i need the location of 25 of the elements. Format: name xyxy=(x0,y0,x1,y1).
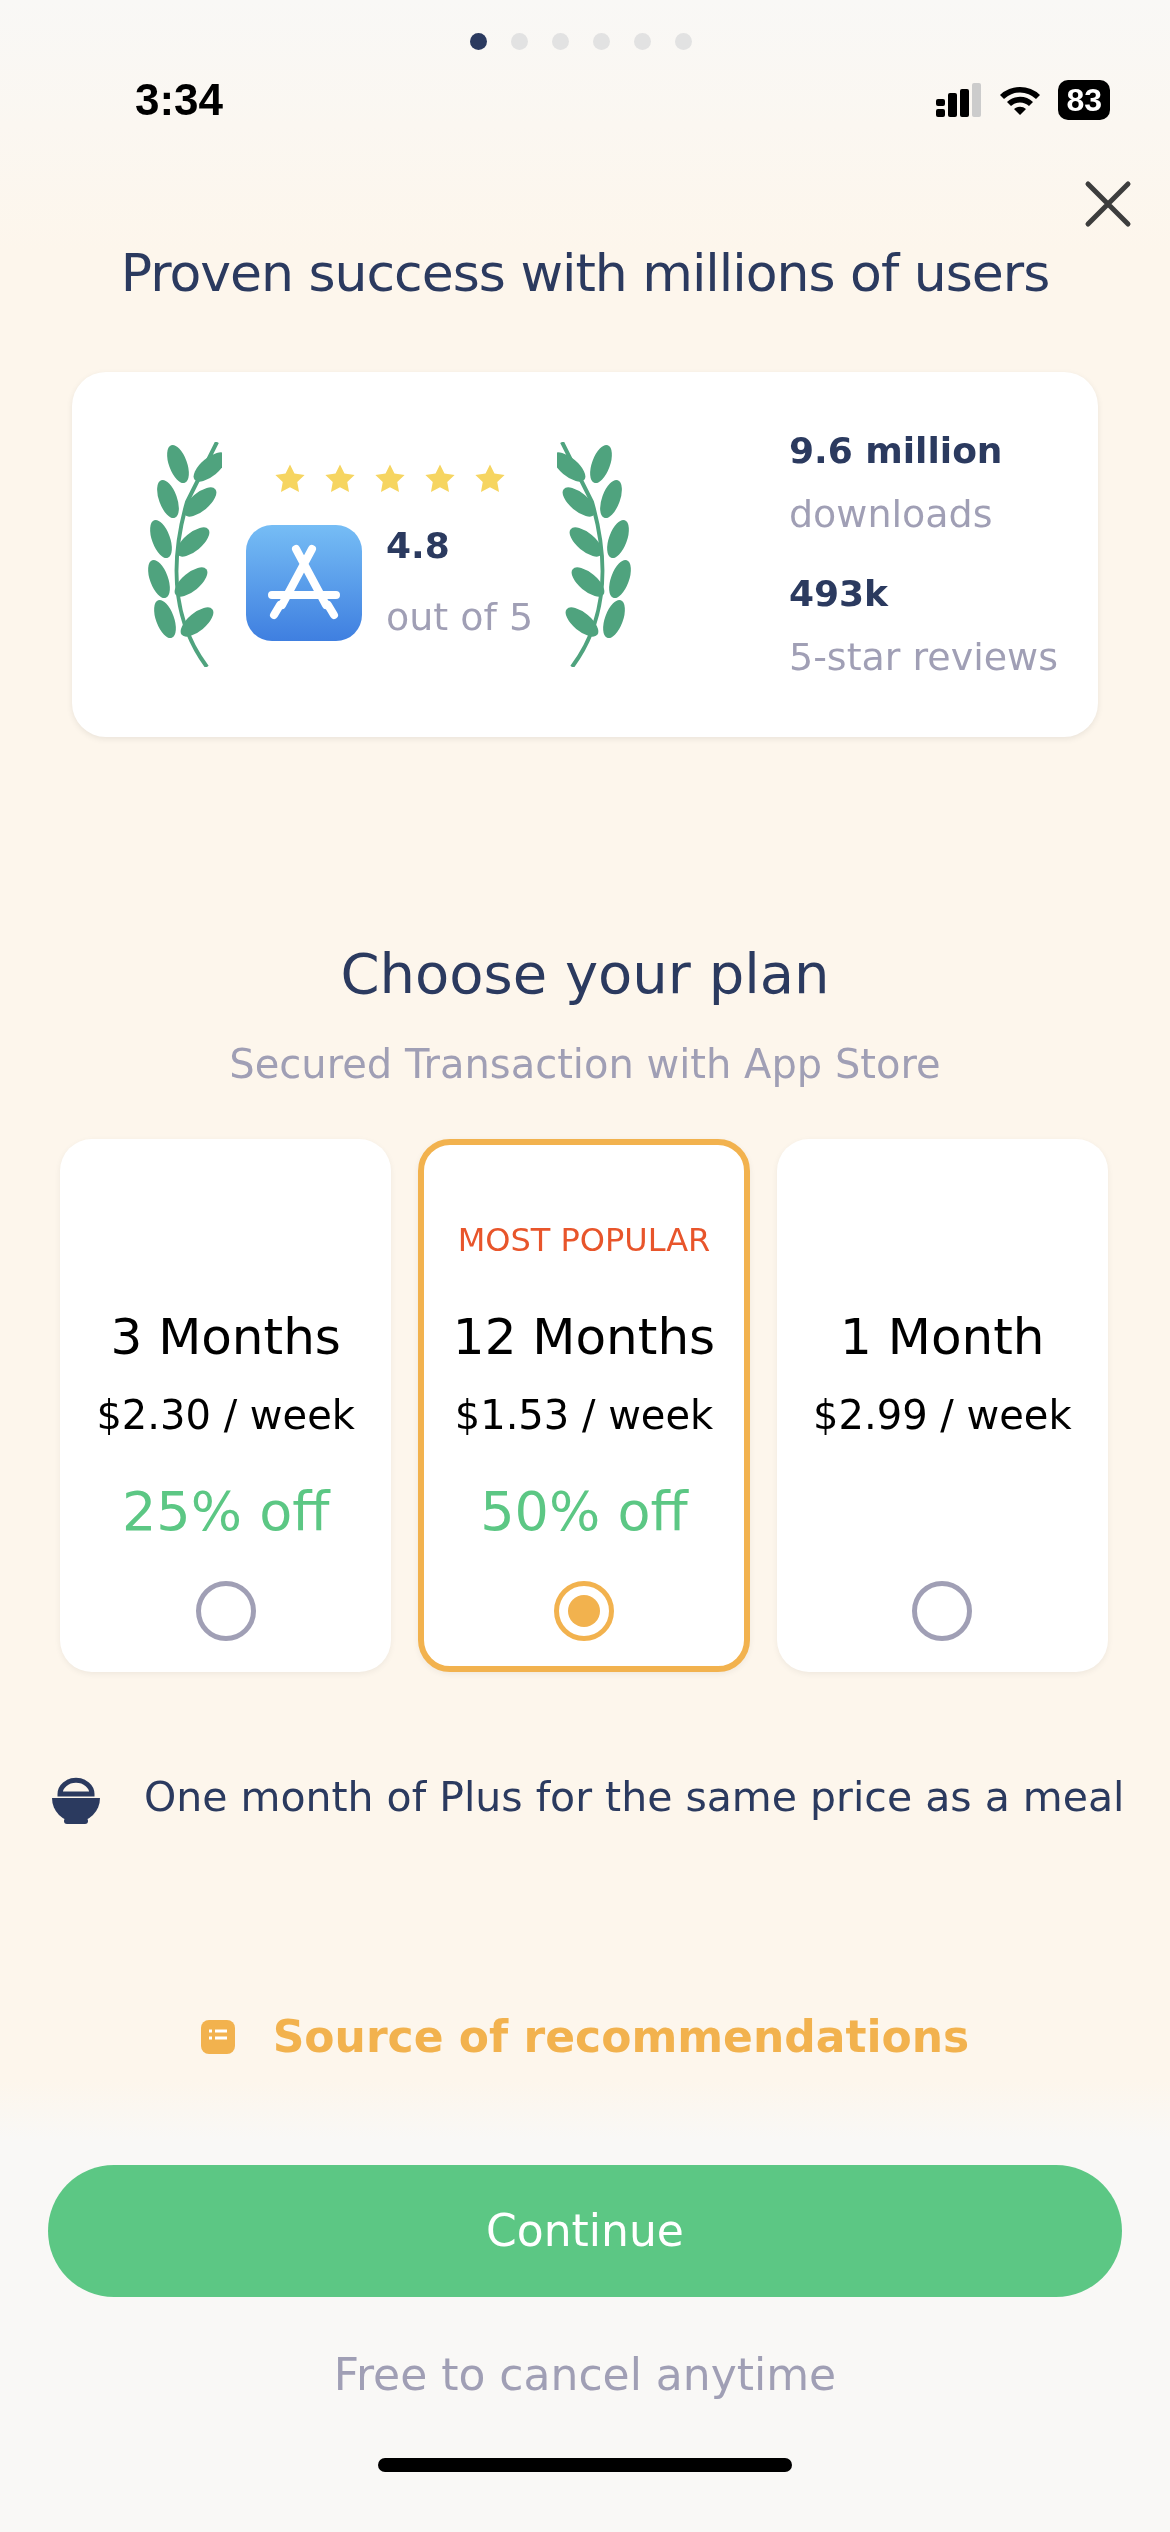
plan-card[interactable]: 3 Months $2.30 / week 25% off xyxy=(60,1139,392,1672)
plan-price: $2.99 / week xyxy=(812,1391,1073,1440)
plan-price: $2.30 / week xyxy=(95,1391,356,1440)
plan-card[interactable]: MOST POPULAR 12 Months $1.53 / week 50% off xyxy=(418,1139,750,1672)
plan-discount: 25% off xyxy=(121,1480,330,1543)
rating-label: out of 5 xyxy=(386,594,534,641)
rating-value: 4.8 xyxy=(386,524,451,568)
battery-level: 83 xyxy=(1058,80,1110,120)
status-time: 3:34 xyxy=(135,74,224,126)
plan-name: 1 Month xyxy=(839,1307,1046,1368)
plan-name: 3 Months xyxy=(109,1307,342,1368)
plan-subheading: Secured Transaction with App Store xyxy=(228,1040,942,1089)
plan-heading: Choose your plan xyxy=(339,940,831,1008)
stat-value: 493k xyxy=(788,571,890,616)
feature-text: One month of Plus for the same price as a meal xyxy=(144,1772,1125,1823)
plan-name: 12 Months xyxy=(451,1307,717,1368)
popular-label: MOST POPULAR xyxy=(457,1221,711,1259)
cancel-note: Free to cancel anytime xyxy=(332,2347,838,2402)
plan-card[interactable]: 1 Month $2.99 / week xyxy=(776,1139,1108,1672)
title: Proven success with millions of users xyxy=(119,242,1051,305)
stat-label: 5-star reviews xyxy=(788,633,1058,681)
stat-label: downloads xyxy=(788,490,994,538)
plan-price: $1.53 / week xyxy=(453,1391,715,1440)
stat-value: 9.6 million xyxy=(788,428,1004,473)
plan-discount: 50% off xyxy=(480,1480,688,1543)
